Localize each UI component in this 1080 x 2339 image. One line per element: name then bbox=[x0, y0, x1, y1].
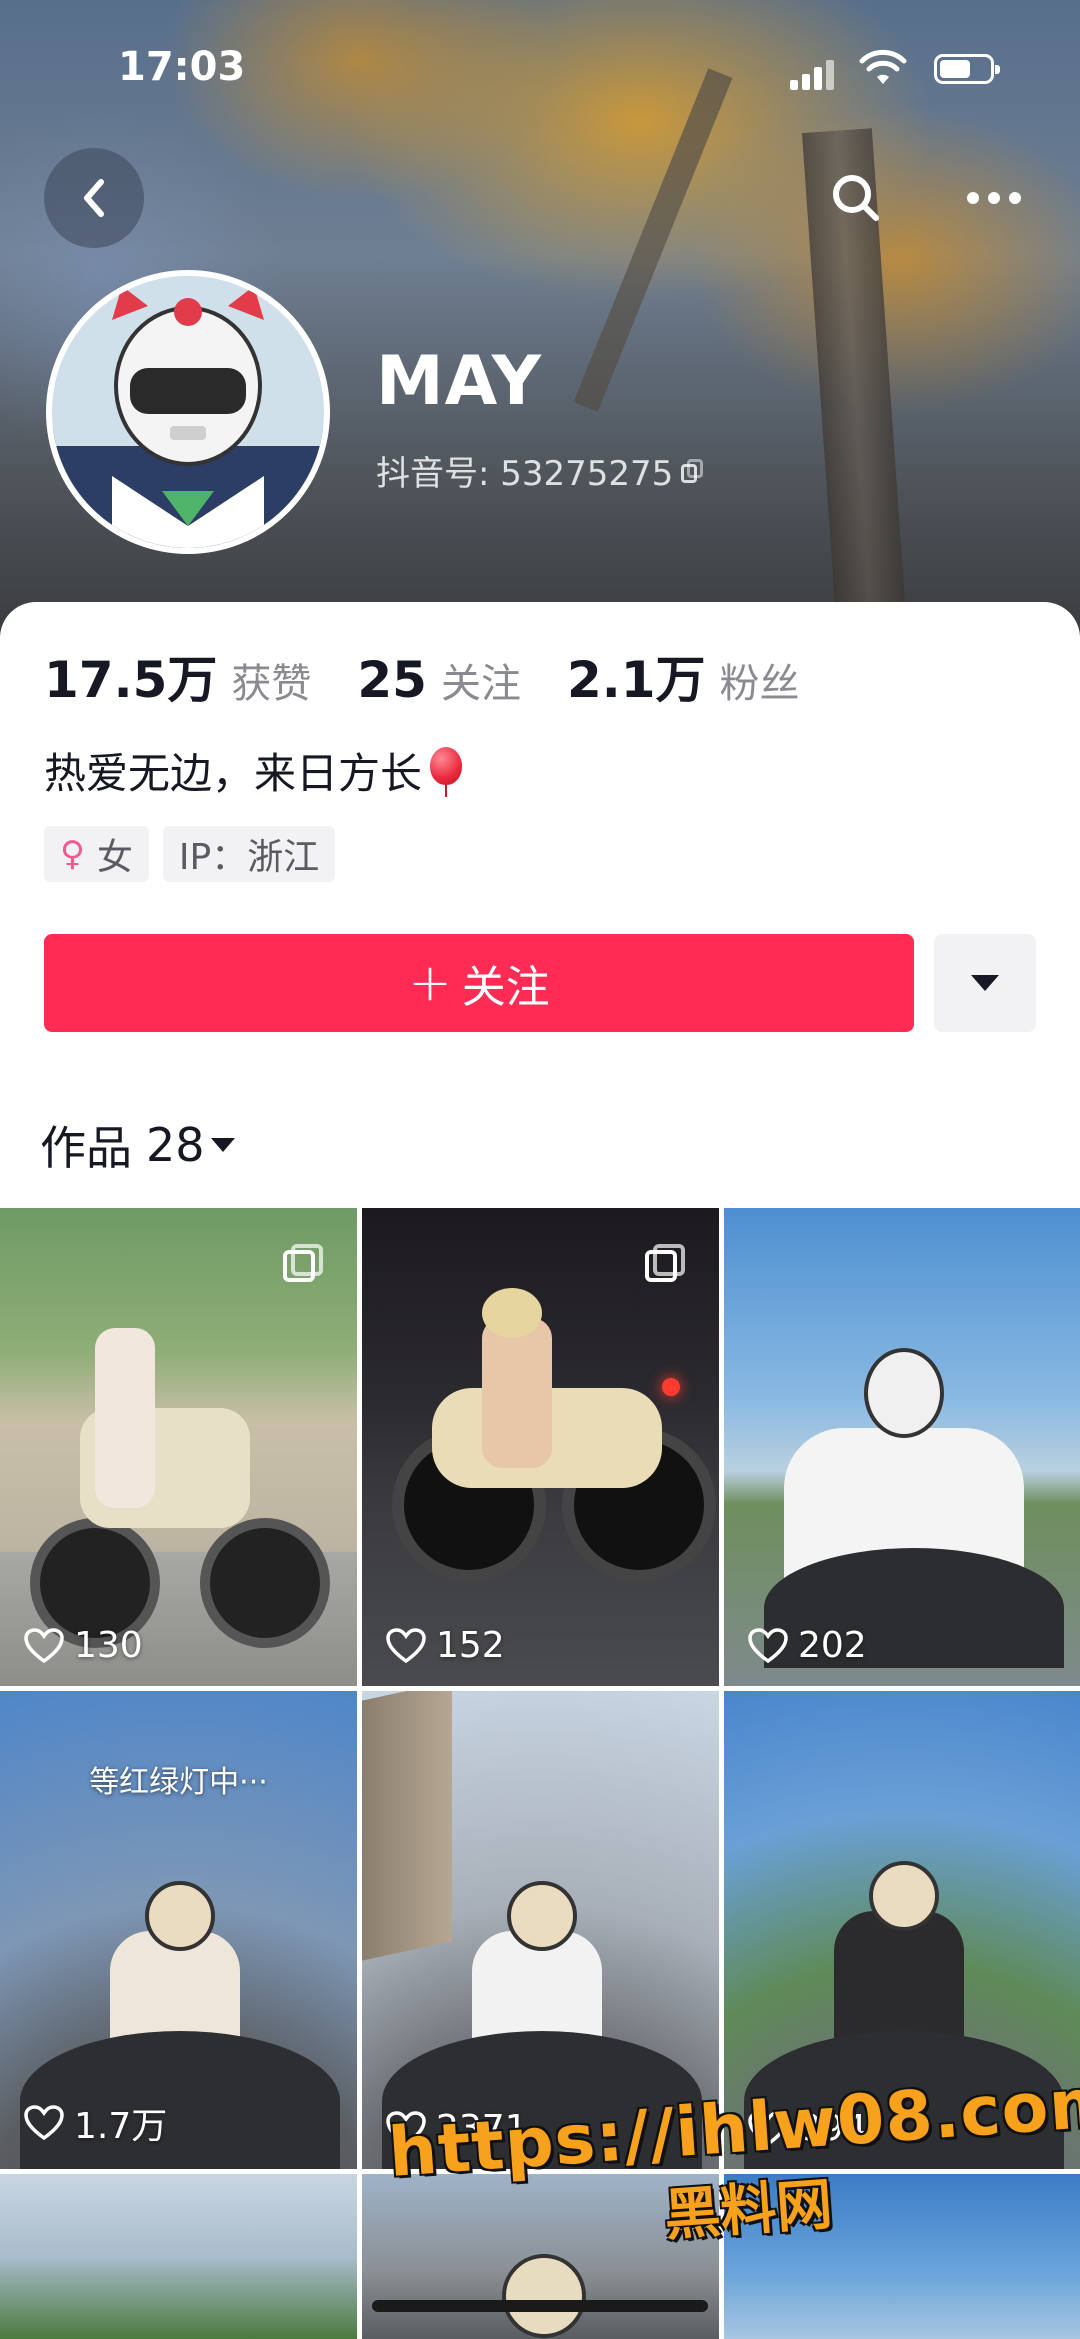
search-button[interactable] bbox=[806, 148, 906, 248]
douyin-id: 抖音号: 53275275 bbox=[376, 446, 704, 495]
copy-icon[interactable] bbox=[681, 458, 704, 483]
video-caption: 等红绿灯中··· bbox=[89, 1765, 268, 1800]
balloon-icon bbox=[426, 746, 466, 797]
gender-tag: ♀ 女 bbox=[44, 826, 149, 882]
following-label[interactable]: 关注 bbox=[441, 651, 521, 709]
ip-location-text: IP：浙江 bbox=[178, 837, 320, 878]
status-time: 17:03 bbox=[118, 44, 246, 90]
gender-text: 女 bbox=[96, 837, 133, 878]
followers-label[interactable]: 粉丝 bbox=[720, 651, 800, 709]
profile-name: MAY bbox=[376, 342, 543, 421]
follow-button[interactable]: + 关注 bbox=[44, 934, 914, 1032]
video-tile[interactable]: 等红绿灯中··· 1.7万 bbox=[0, 1691, 357, 2169]
search-icon bbox=[833, 175, 879, 221]
ip-location-tag: IP：浙江 bbox=[162, 826, 336, 882]
video-likes-count: 130 bbox=[74, 1625, 143, 1666]
plus-icon: + bbox=[408, 953, 452, 1013]
heart-icon bbox=[24, 2105, 64, 2141]
multi-image-icon bbox=[283, 1244, 323, 1284]
profile-stats: 17.5万 获赞 25 关注 2.1万 粉丝 bbox=[44, 640, 846, 712]
avatar-illustration bbox=[52, 276, 324, 548]
works-count: 28 bbox=[146, 1118, 205, 1172]
profile-bio: 热爱无边，来日方长 bbox=[44, 740, 466, 801]
female-gender-icon: ♀ bbox=[60, 834, 85, 874]
wifi-icon bbox=[859, 49, 907, 84]
video-likes: 202 bbox=[748, 1625, 867, 1666]
more-dots-icon bbox=[967, 192, 1021, 204]
video-likes: 1.7万 bbox=[24, 2097, 167, 2149]
avatar[interactable] bbox=[46, 270, 330, 554]
heart-icon bbox=[386, 1627, 426, 1663]
watermark: https://ihlw08.com 黑料网 bbox=[386, 2063, 1080, 2249]
caret-down-icon bbox=[971, 975, 999, 991]
following-count[interactable]: 25 bbox=[357, 651, 427, 709]
home-indicator[interactable] bbox=[372, 2300, 708, 2312]
back-button[interactable] bbox=[44, 148, 144, 248]
video-tile[interactable]: 130 bbox=[0, 1208, 357, 1686]
follow-button-label: 关注 bbox=[461, 962, 550, 1013]
cellular-signal-icon bbox=[790, 56, 834, 90]
video-likes: 130 bbox=[24, 1625, 143, 1666]
video-tile[interactable]: 152 bbox=[362, 1208, 719, 1686]
heart-icon bbox=[748, 1627, 788, 1663]
likes-count: 17.5万 bbox=[44, 651, 218, 709]
video-tile[interactable] bbox=[0, 2174, 357, 2339]
likes-label: 获赞 bbox=[231, 661, 312, 707]
chevron-left-icon bbox=[84, 179, 104, 217]
recommend-dropdown-button[interactable] bbox=[934, 934, 1036, 1032]
video-likes-count: 202 bbox=[798, 1625, 867, 1666]
video-likes-count: 152 bbox=[436, 1625, 505, 1666]
more-button[interactable] bbox=[944, 148, 1044, 248]
video-likes: 152 bbox=[386, 1625, 505, 1666]
caret-down-icon bbox=[210, 1138, 235, 1152]
douyin-id-text: 抖音号: 53275275 bbox=[376, 454, 674, 494]
bio-text: 热爱无边，来日方长 bbox=[44, 749, 423, 798]
works-tab-label: 作品 bbox=[40, 1121, 132, 1175]
heart-icon bbox=[24, 1627, 64, 1663]
profile-tags: ♀ 女 IP：浙江 bbox=[44, 826, 336, 882]
video-likes-count: 1.7万 bbox=[74, 2106, 168, 2147]
followers-count[interactable]: 2.1万 bbox=[567, 640, 706, 712]
works-tab[interactable]: 作品 28 bbox=[40, 1112, 235, 1178]
video-tile[interactable]: 202 bbox=[724, 1208, 1080, 1686]
multi-image-icon bbox=[645, 1244, 685, 1284]
battery-icon bbox=[934, 54, 1000, 84]
